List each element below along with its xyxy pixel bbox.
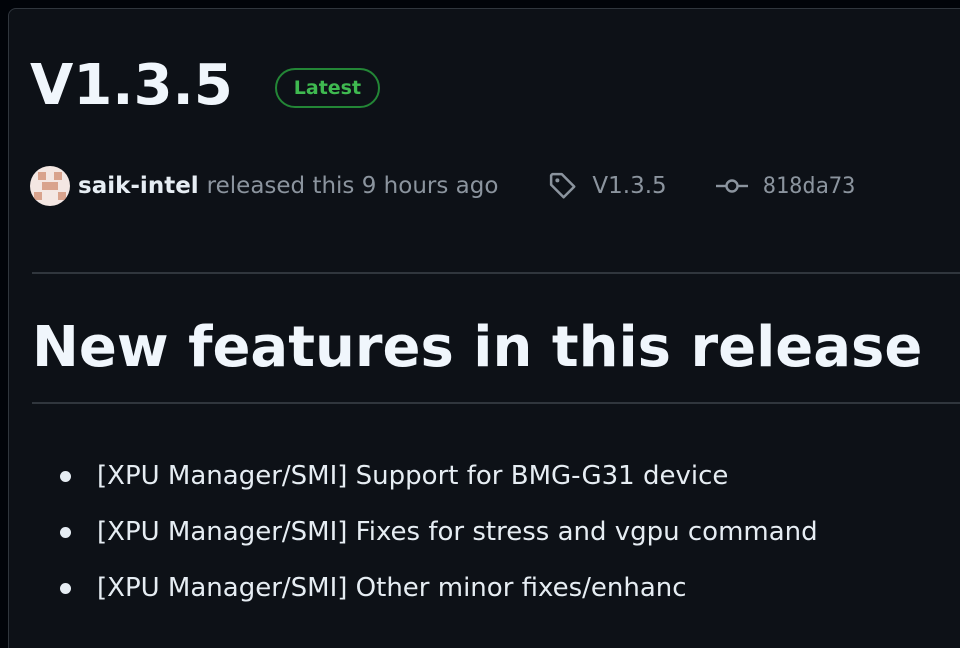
list-item-text: [XPU Manager/SMI] Support for BMG-G31 de… [97,461,729,491]
divider [32,272,960,274]
list-item-text: [XPU Manager/SMI] Fixes for stress and v… [97,517,818,547]
release-time: released this 9 hours ago [206,173,499,199]
release-header: V1.3.5 Latest [30,50,381,122]
tag-link[interactable]: V1.3.5 [548,171,667,201]
list-item: [XPU Manager/SMI] Fixes for stress and v… [60,504,818,560]
notes-heading: New features in this release [32,315,923,380]
tag-icon [548,171,578,201]
feature-list: [XPU Manager/SMI] Support for BMG-G31 de… [60,448,818,616]
list-item: [XPU Manager/SMI] Other minor fixes/enha… [60,560,818,616]
git-commit-icon [715,176,749,196]
tag-label: V1.3.5 [592,173,667,199]
list-item: [XPU Manager/SMI] Support for BMG-G31 de… [60,448,818,504]
bullet-icon [60,470,71,482]
list-item-text: [XPU Manager/SMI] Other minor fixes/enha… [97,573,687,603]
bullet-icon [60,526,71,538]
release-meta: saik-intel released this 9 hours ago V1.… [30,164,855,208]
release-title[interactable]: V1.3.5 [30,50,233,122]
commit-sha: 818da73 [762,173,856,199]
author-link[interactable]: saik-intel [78,173,199,199]
commit-link[interactable]: 818da73 [715,173,856,199]
text-fade [750,566,960,606]
heading-underline [32,402,960,404]
bullet-icon [60,582,71,594]
latest-badge: Latest [274,68,381,108]
avatar[interactable] [30,166,70,206]
